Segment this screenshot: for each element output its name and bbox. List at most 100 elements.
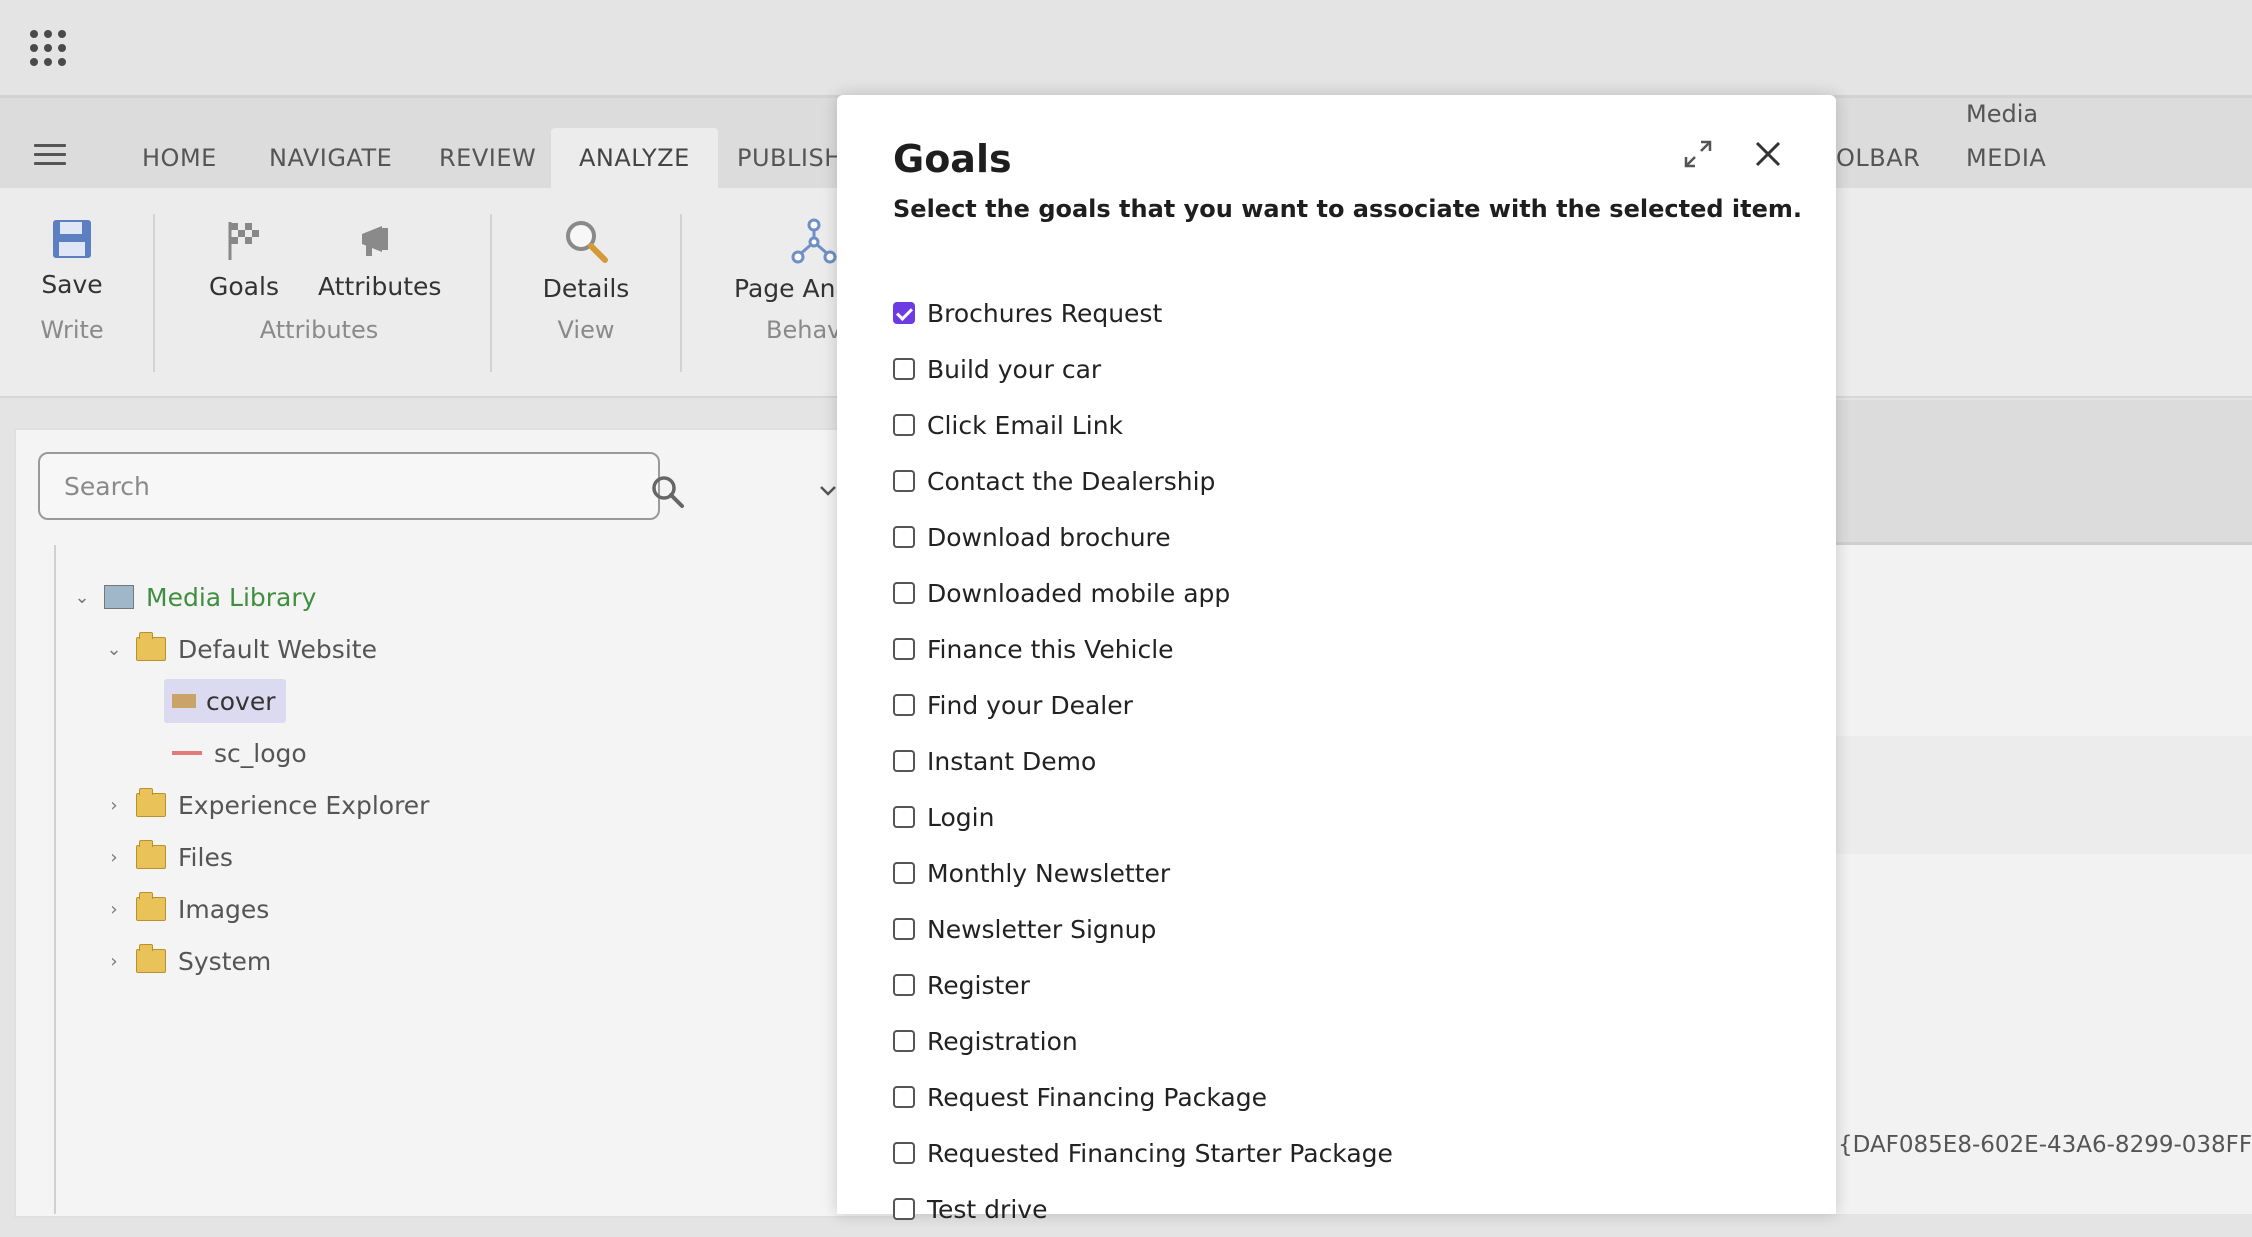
- tree-node-files[interactable]: › Files: [70, 831, 429, 883]
- tree-node-cover[interactable]: cover: [70, 675, 429, 727]
- tree-label: Media Library: [146, 582, 317, 612]
- tree-node-sc-logo[interactable]: sc_logo: [70, 727, 429, 779]
- goal-option[interactable]: Contact the Dealership: [893, 453, 1393, 509]
- close-icon[interactable]: [1749, 135, 1787, 173]
- goal-label: Request Financing Package: [927, 1082, 1267, 1112]
- goal-label: Finance this Vehicle: [927, 634, 1174, 664]
- save-label: Save: [41, 270, 103, 299]
- chevron-down-icon[interactable]: [818, 484, 838, 498]
- goal-checkbox[interactable]: [893, 1198, 915, 1220]
- goal-option[interactable]: Click Email Link: [893, 397, 1393, 453]
- tab-navigate[interactable]: NAVIGATE: [241, 128, 420, 188]
- goal-label: Build your car: [927, 354, 1102, 384]
- tree-label: sc_logo: [214, 738, 307, 768]
- goal-checkbox[interactable]: [893, 806, 915, 828]
- app-launcher-icon[interactable]: [30, 30, 66, 66]
- goal-label: Find your Dealer: [927, 690, 1133, 720]
- goal-label: Requested Financing Starter Package: [927, 1138, 1393, 1168]
- menu-icon[interactable]: [34, 144, 66, 166]
- chevron-down-icon[interactable]: ⌄: [102, 639, 126, 660]
- dialog-subtitle: Select the goals that you want to associ…: [893, 195, 1802, 223]
- ribbon-divider: [680, 214, 682, 372]
- chevron-right-icon[interactable]: ›: [102, 795, 126, 816]
- chevron-right-icon[interactable]: ›: [102, 899, 126, 920]
- folder-icon: [136, 788, 166, 817]
- tree-node-images[interactable]: › Images: [70, 883, 429, 935]
- goal-checkbox[interactable]: [893, 1142, 915, 1164]
- top-bar: [0, 0, 2252, 98]
- tree-node-media-library[interactable]: ⌄ Media Library: [70, 571, 429, 623]
- goal-checkbox[interactable]: [893, 750, 915, 772]
- goal-option[interactable]: Brochures Request: [893, 285, 1393, 341]
- tree-label: Images: [178, 894, 270, 924]
- tree-node-default-website[interactable]: ⌄ Default Website: [70, 623, 429, 675]
- goal-checkbox[interactable]: [893, 582, 915, 604]
- chevron-right-icon[interactable]: ›: [102, 951, 126, 972]
- goal-checkbox[interactable]: [893, 638, 915, 660]
- goal-label: Contact the Dealership: [927, 466, 1216, 496]
- tree-node-system[interactable]: › System: [70, 935, 429, 987]
- goal-option[interactable]: Registration: [893, 1013, 1393, 1069]
- goals-list: Brochures Request Build your car Click Ema…: [893, 285, 1393, 1237]
- goal-label: Register: [927, 970, 1030, 1000]
- goal-option[interactable]: Newsletter Signup: [893, 901, 1393, 957]
- selected-item-highlight[interactable]: cover: [164, 679, 286, 723]
- chevron-right-icon[interactable]: ›: [102, 847, 126, 868]
- tree-label: Files: [178, 842, 233, 872]
- chevron-down-icon[interactable]: ⌄: [70, 587, 94, 608]
- image-thumbnail-icon: [172, 694, 196, 708]
- goal-checkbox[interactable]: [893, 414, 915, 436]
- attributes-label: Attributes: [318, 272, 442, 301]
- tab-review[interactable]: REVIEW: [411, 128, 564, 188]
- goal-checkbox[interactable]: [893, 470, 915, 492]
- goal-checkbox[interactable]: [893, 694, 915, 716]
- goal-checkbox[interactable]: [893, 358, 915, 380]
- tab-home[interactable]: HOME: [114, 128, 245, 188]
- goal-checkbox[interactable]: [893, 526, 915, 548]
- goal-checkbox[interactable]: [893, 1086, 915, 1108]
- attributes-button[interactable]: Attributes: [318, 218, 442, 301]
- tree-node-experience-explorer[interactable]: › Experience Explorer: [70, 779, 429, 831]
- goal-option[interactable]: Instant Demo: [893, 733, 1393, 789]
- goal-option[interactable]: Find your Dealer: [893, 677, 1393, 733]
- media-library-icon: [104, 585, 134, 609]
- goal-label: Newsletter Signup: [927, 914, 1157, 944]
- group-write-label: Write: [40, 316, 104, 344]
- tree-label: System: [178, 946, 272, 976]
- search-input[interactable]: [38, 452, 660, 520]
- goal-checkbox[interactable]: [893, 302, 915, 324]
- goals-label: Goals: [209, 272, 279, 301]
- save-icon: [53, 220, 91, 258]
- save-button[interactable]: Save: [26, 218, 118, 299]
- group-view-label: View: [557, 316, 615, 344]
- tab-analyze[interactable]: ANALYZE: [551, 128, 718, 188]
- goal-checkbox[interactable]: [893, 862, 915, 884]
- goal-option[interactable]: Register: [893, 957, 1393, 1013]
- details-button[interactable]: Details: [538, 218, 634, 303]
- goal-option[interactable]: Test drive: [893, 1181, 1393, 1237]
- goal-checkbox[interactable]: [893, 1030, 915, 1052]
- tab-media[interactable]: MEDIA: [1938, 128, 2074, 188]
- goal-option[interactable]: Login: [893, 789, 1393, 845]
- goals-button[interactable]: Goals: [199, 218, 289, 301]
- maximize-icon[interactable]: [1683, 139, 1713, 169]
- editor-header: [1836, 400, 2252, 545]
- goal-label: Click Email Link: [927, 410, 1124, 440]
- search-icon[interactable]: [650, 474, 686, 510]
- goal-option[interactable]: Request Financing Package: [893, 1069, 1393, 1125]
- goal-option[interactable]: Build your car: [893, 341, 1393, 397]
- goal-checkbox[interactable]: [893, 918, 915, 940]
- goal-option[interactable]: Finance this Vehicle: [893, 621, 1393, 677]
- editor-pane: [1836, 545, 2252, 1214]
- goal-checkbox[interactable]: [893, 974, 915, 996]
- page-analyzer-button[interactable]: Page Ana: [734, 218, 851, 303]
- goal-label: Login: [927, 802, 995, 832]
- goal-label: Monthly Newsletter: [927, 858, 1171, 888]
- goal-option[interactable]: Downloaded mobile app: [893, 565, 1393, 621]
- media-header-label: Media: [1966, 100, 2039, 128]
- magnifier-icon: [566, 221, 608, 263]
- folder-icon: [136, 840, 166, 869]
- goal-option[interactable]: Download brochure: [893, 509, 1393, 565]
- goal-option[interactable]: Monthly Newsletter: [893, 845, 1393, 901]
- goal-option[interactable]: Requested Financing Starter Package: [893, 1125, 1393, 1181]
